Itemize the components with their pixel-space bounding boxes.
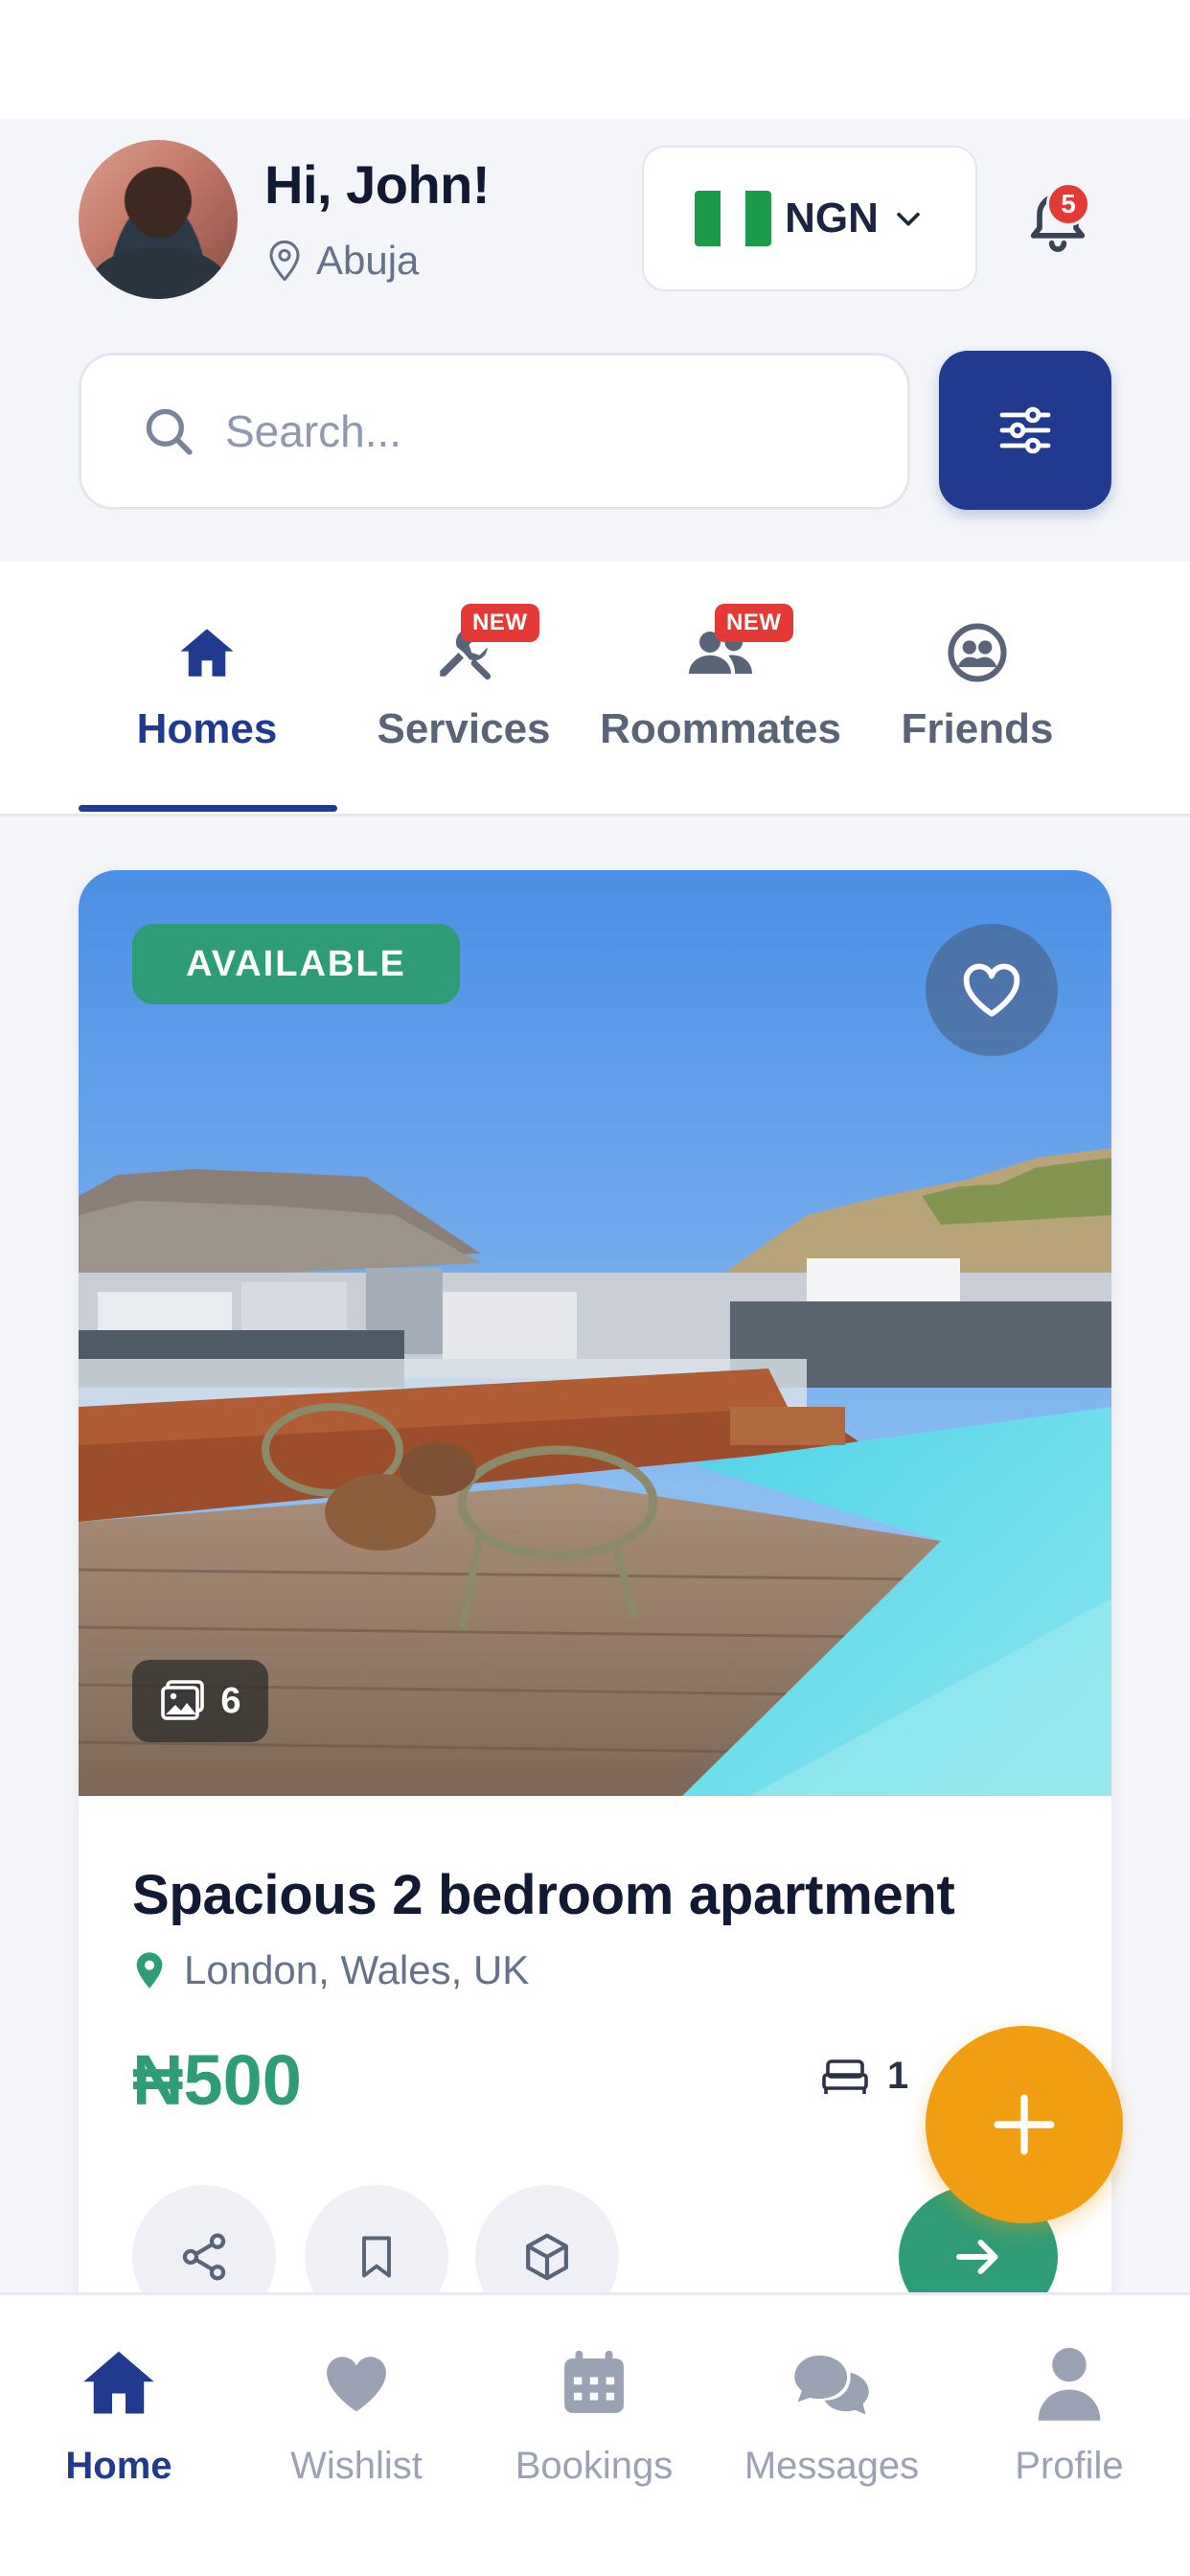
tab-roommates-label: Roommates [600, 705, 841, 752]
notification-badge: 5 [1046, 182, 1090, 226]
chat-icon [794, 2355, 869, 2415]
gallery-icon [161, 1680, 205, 1720]
currency-selector[interactable]: NGN [642, 146, 977, 291]
listing-location: London, Wales, UK [134, 1947, 529, 1993]
heart-icon [327, 2357, 386, 2412]
category-tabs: Homes NEW Services NEW Roommates Friends [0, 562, 1190, 816]
nav-messages[interactable]: Messages [713, 2295, 950, 2576]
home-icon [83, 2351, 154, 2414]
greeting: Hi, John! [264, 154, 491, 215]
avatar-face [130, 169, 188, 238]
bed-icon [822, 2058, 868, 2094]
status-bar [0, 0, 1190, 119]
friends-icon [948, 623, 1007, 682]
listing-title[interactable]: Spacious 2 bedroom apartment [132, 1863, 955, 1927]
listing-location-label: London, Wales, UK [184, 1947, 530, 1992]
currency-code: NGN [785, 195, 879, 242]
user-location-label: Abuja [316, 238, 420, 283]
map-pin-icon [269, 241, 300, 281]
chevron-down-icon [897, 212, 920, 226]
roommates-new-badge: NEW [715, 604, 793, 642]
user-icon [1038, 2347, 1101, 2421]
tab-services[interactable]: NEW Services [335, 562, 592, 816]
heart-icon [963, 963, 1020, 1017]
avatar-shirt [92, 247, 226, 299]
listing-price: ₦500 [132, 2040, 302, 2120]
listing-beds: 1 [820, 2055, 908, 2098]
photo-count: 6 [220, 1680, 241, 1721]
nigeria-flag-icon [695, 191, 772, 246]
plus-icon [994, 2094, 1055, 2155]
nav-profile[interactable]: Profile [950, 2295, 1188, 2576]
photo-count-badge[interactable]: 6 [132, 1660, 268, 1742]
tab-friends-label: Friends [901, 705, 1054, 752]
bookmark-icon [362, 2236, 391, 2278]
avatar[interactable] [79, 140, 238, 299]
bottom-navigation: Home Wishlist Bookings Messages Profile [0, 2292, 1190, 2576]
tab-homes-label: Homes [136, 705, 278, 752]
map-pin-icon [136, 1952, 163, 1989]
tab-roommates[interactable]: NEW Roommates [592, 562, 849, 816]
arrow-right-icon [956, 2240, 998, 2274]
favorite-button[interactable] [926, 924, 1058, 1056]
services-new-badge: NEW [461, 604, 539, 642]
tab-friends[interactable]: Friends [849, 562, 1106, 816]
tab-services-label: Services [377, 705, 551, 752]
nav-home-label: Home [65, 2445, 172, 2487]
cube-icon [526, 2233, 568, 2281]
tab-homes[interactable]: Homes [79, 562, 335, 816]
nav-bookings[interactable]: Bookings [475, 2295, 713, 2576]
search-input[interactable] [225, 405, 800, 457]
listing-beds-count: 1 [887, 2055, 909, 2097]
nav-profile-label: Profile [1015, 2445, 1124, 2487]
nav-home[interactable]: Home [0, 2295, 238, 2576]
listing-photo[interactable]: AVAILABLE 6 [79, 870, 1111, 1796]
status-badge: AVAILABLE [132, 924, 460, 1004]
calendar-icon [564, 2350, 624, 2413]
share-icon [182, 2233, 226, 2281]
sliders-icon [999, 406, 1051, 454]
filter-button[interactable] [939, 351, 1111, 510]
add-listing-button[interactable] [926, 2026, 1123, 2223]
nav-wishlist-label: Wishlist [290, 2445, 423, 2487]
active-tab-indicator [79, 805, 337, 812]
nav-messages-label: Messages [744, 2445, 920, 2487]
search-icon [146, 408, 193, 455]
house-icon [180, 629, 234, 677]
nav-wishlist[interactable]: Wishlist [238, 2295, 475, 2576]
search-bar[interactable] [79, 353, 910, 510]
user-location[interactable]: Abuja [268, 238, 419, 284]
nav-bookings-label: Bookings [515, 2445, 674, 2487]
